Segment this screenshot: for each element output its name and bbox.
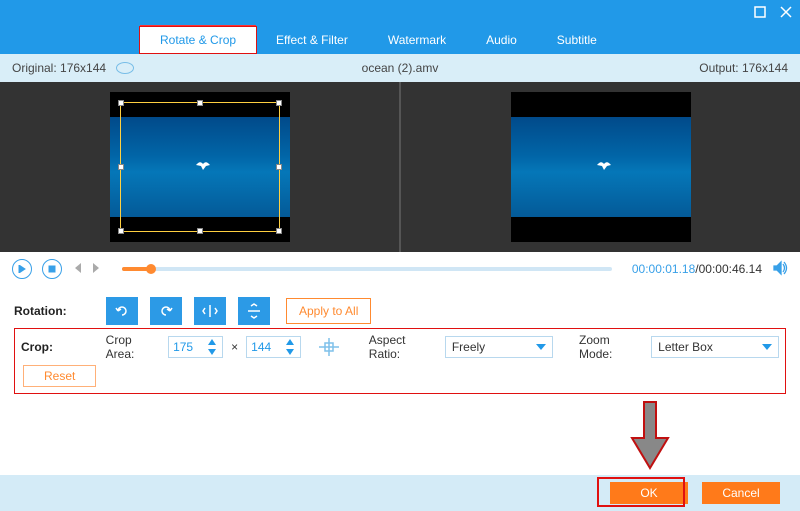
- tab-effect-filter[interactable]: Effect & Filter: [256, 26, 368, 54]
- crop-height-field[interactable]: [247, 337, 281, 357]
- crop-box[interactable]: [120, 102, 280, 232]
- times-symbol: ×: [231, 340, 238, 354]
- original-size-label: Original: 176x144: [12, 61, 106, 75]
- crop-handle-br[interactable]: [276, 228, 282, 234]
- output-size-label: Output: 176x144: [699, 61, 788, 75]
- output-preview: [399, 82, 800, 252]
- crop-handle-ml[interactable]: [118, 164, 124, 170]
- tab-audio[interactable]: Audio: [466, 26, 537, 54]
- center-crop-button[interactable]: [315, 336, 343, 358]
- crop-label: Crop:: [21, 340, 100, 354]
- ok-button[interactable]: OK: [610, 482, 688, 504]
- zoom-mode-select[interactable]: Letter Box: [651, 336, 779, 358]
- aspect-ratio-label: Aspect Ratio:: [369, 333, 439, 361]
- width-up[interactable]: [203, 337, 221, 347]
- crop-height-input[interactable]: [246, 336, 301, 358]
- reset-button[interactable]: Reset: [23, 365, 96, 387]
- titlebar: [0, 0, 800, 26]
- crop-handle-bl[interactable]: [118, 228, 124, 234]
- footer: OK Cancel: [0, 475, 800, 511]
- rotation-row: Rotation: Apply to All: [14, 294, 786, 328]
- crop-area-label: Crop Area:: [106, 333, 162, 361]
- crop-handle-mr[interactable]: [276, 164, 282, 170]
- rotate-left-button[interactable]: [106, 297, 138, 325]
- filename-label: ocean (2).amv: [362, 61, 439, 75]
- tab-watermark[interactable]: Watermark: [368, 26, 466, 54]
- video-content: [597, 159, 611, 169]
- prev-frame-button[interactable]: [72, 262, 82, 276]
- apply-to-all-button[interactable]: Apply to All: [286, 298, 371, 324]
- preview-toggle-icon[interactable]: [116, 62, 134, 74]
- zoom-mode-label: Zoom Mode:: [579, 333, 645, 361]
- crop-width-input[interactable]: [168, 336, 223, 358]
- tab-rotate-crop[interactable]: Rotate & Crop: [140, 25, 256, 53]
- crop-handle-tr[interactable]: [276, 100, 282, 106]
- close-icon[interactable]: [780, 6, 792, 21]
- width-down[interactable]: [203, 347, 221, 357]
- annotation-arrow: [630, 400, 670, 473]
- rotate-right-button[interactable]: [150, 297, 182, 325]
- next-frame-button[interactable]: [92, 262, 102, 276]
- preview-row: [0, 82, 800, 252]
- crop-handle-tl[interactable]: [118, 100, 124, 106]
- timeline-slider[interactable]: [122, 267, 612, 271]
- volume-icon[interactable]: [772, 260, 788, 279]
- height-down[interactable]: [281, 347, 299, 357]
- flip-horizontal-button[interactable]: [194, 297, 226, 325]
- height-up[interactable]: [281, 337, 299, 347]
- timeline-thumb[interactable]: [146, 264, 156, 274]
- controls: Rotation: Apply to All Crop: Crop Area: …: [0, 286, 800, 402]
- time-display: 00:00:01.18/00:00:46.14: [632, 262, 762, 276]
- tab-subtitle[interactable]: Subtitle: [537, 26, 617, 54]
- crop-handle-tm[interactable]: [197, 100, 203, 106]
- maximize-icon[interactable]: [754, 6, 766, 21]
- stop-button[interactable]: [42, 259, 62, 279]
- cancel-button[interactable]: Cancel: [702, 482, 780, 504]
- crop-handle-bm[interactable]: [197, 228, 203, 234]
- rotation-label: Rotation:: [14, 304, 94, 318]
- flip-vertical-button[interactable]: [238, 297, 270, 325]
- crop-width-field[interactable]: [169, 337, 203, 357]
- play-button[interactable]: [12, 259, 32, 279]
- source-preview[interactable]: [0, 82, 399, 252]
- tabbar: Rotate & Crop Effect & Filter Watermark …: [0, 26, 800, 54]
- aspect-ratio-select[interactable]: Freely: [445, 336, 553, 358]
- infobar: Original: 176x144 ocean (2).amv Output: …: [0, 54, 800, 82]
- player-bar: 00:00:01.18/00:00:46.14: [0, 252, 800, 286]
- crop-section: Crop: Crop Area: × Aspect Ratio: Freely …: [14, 328, 786, 394]
